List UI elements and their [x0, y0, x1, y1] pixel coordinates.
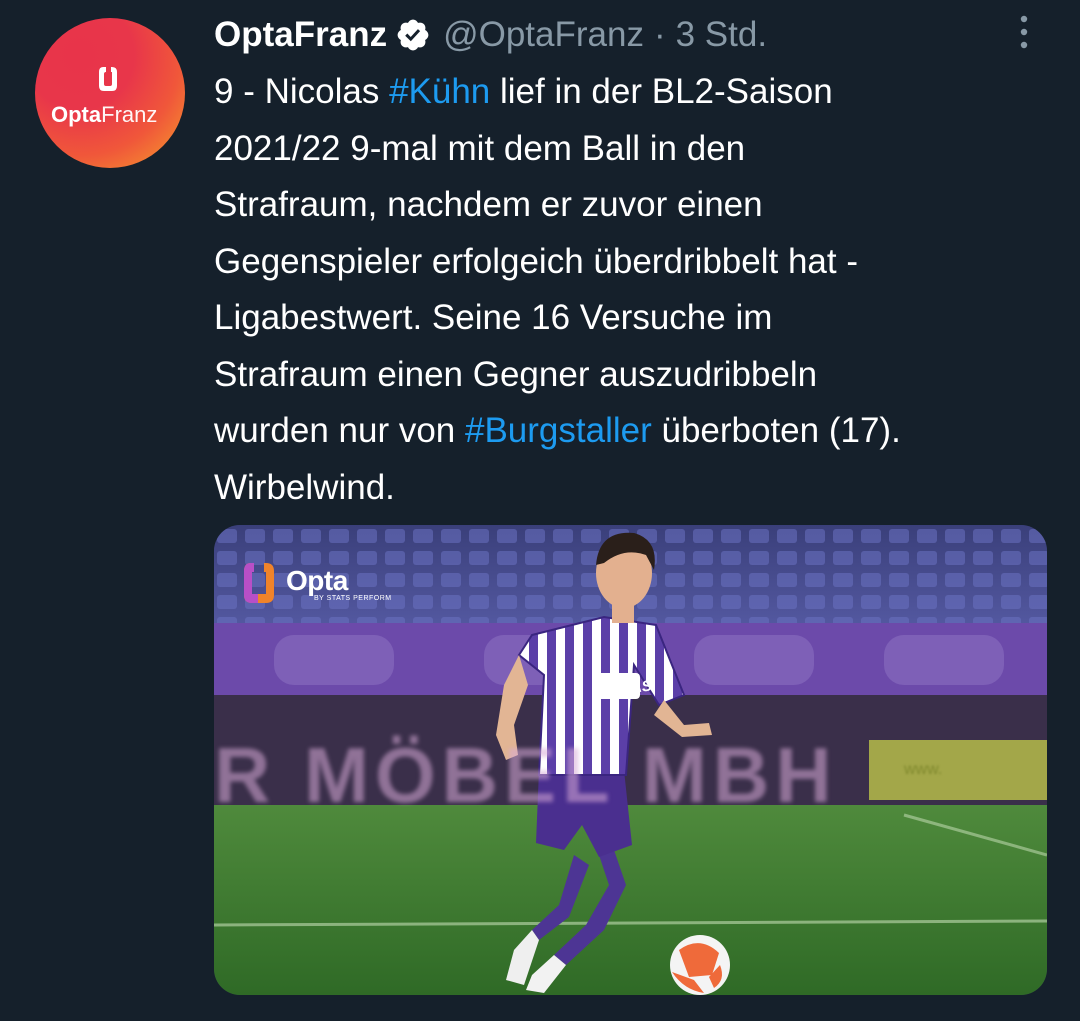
- football: [670, 935, 730, 995]
- text-segment: Strafraum, nachdem er zuvor einen: [214, 185, 763, 224]
- tweet-line: wurden nur von #Burgstaller überboten (1…: [214, 403, 1054, 460]
- separator-dot: ·: [653, 15, 666, 54]
- avatar[interactable]: OptaFranz: [35, 18, 185, 168]
- text-segment: lief in der BL2-Saison: [490, 72, 833, 111]
- text-segment: Strafraum einen Gegner auszudribbeln: [214, 354, 818, 394]
- text-segment: Ligabestwert. Seine 16 Versuche im: [214, 298, 773, 337]
- user-handle[interactable]: @OptaFranz: [443, 15, 644, 55]
- tweet-line: Wirbelwind.: [214, 460, 1054, 517]
- opta-watermark-title: Opta: [286, 565, 348, 596]
- avatar-wordmark: OptaFranz: [51, 102, 171, 128]
- text-segment: Wirbelwind.: [214, 467, 395, 507]
- text-segment: überboten (17).: [651, 411, 901, 450]
- hashtag-kuehn[interactable]: #Kühn: [389, 72, 490, 111]
- advertising-board-url: www.: [904, 761, 943, 778]
- text-segment: 2021/22 9-mal mit dem Ball in den: [214, 128, 746, 168]
- avatar-word-opta: Opta: [51, 102, 102, 127]
- text-segment: wurden nur von: [214, 411, 465, 450]
- hashtag-burgstaller[interactable]: #Burgstaller: [465, 411, 652, 450]
- advertising-board-text: R MÖBEL MBH: [214, 731, 838, 819]
- tweet-text: 9 - Nicolas #Kühn lief in der BL2-Saison…: [214, 64, 1054, 516]
- tweet-line: Ligabestwert. Seine 16 Versuche im: [214, 290, 1054, 347]
- more-options-icon[interactable]: [1012, 12, 1036, 52]
- display-name[interactable]: OptaFranz: [214, 15, 387, 55]
- opta-watermark-subtitle: BY STATS PERFORM: [314, 595, 392, 602]
- tweet-line: 2021/22 9-mal mit dem Ball in den: [214, 121, 1054, 178]
- opta-logo-icon: [99, 67, 117, 91]
- tweet-line: Strafraum, nachdem er zuvor einen: [214, 177, 1054, 234]
- tweet-line: 9 - Nicolas #Kühn lief in der BL2-Saison: [214, 64, 1054, 121]
- text-segment: 9 - Nicolas: [214, 72, 390, 111]
- timestamp[interactable]: 3 Std.: [676, 15, 767, 55]
- verified-badge-icon: [397, 19, 429, 51]
- tweet-line: Strafraum einen Gegner auszudribbeln: [214, 347, 1054, 404]
- text-segment: Gegenspieler erfolgeich überdribbelt hat…: [214, 241, 858, 281]
- avatar-word-franz: Franz: [101, 102, 158, 127]
- tweet-header: OptaFranz @OptaFranz · 3 Std.: [214, 12, 767, 58]
- tweet-media-photo[interactable]: Opta BY STATS PERFORM R MÖBEL MBH www. W…: [214, 525, 1047, 995]
- tweet-line: Gegenspieler erfolgeich überdribbelt hat…: [214, 234, 1054, 291]
